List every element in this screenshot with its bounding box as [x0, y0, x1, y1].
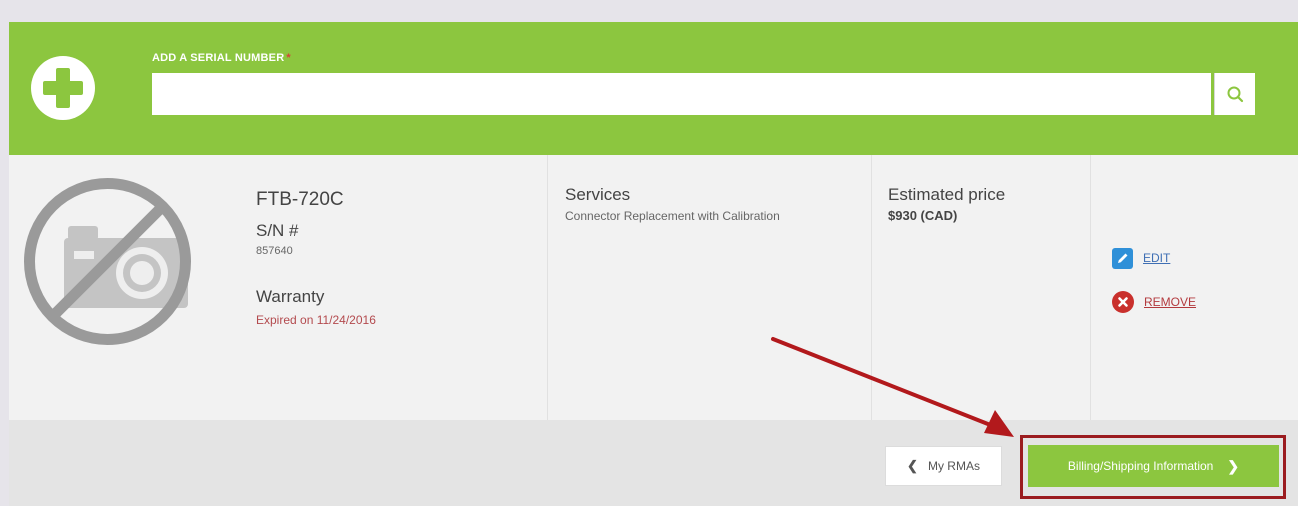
rma-item-row: FTB-720C S/N # 857640 Warranty Expired o… — [9, 155, 1298, 420]
required-marker: * — [286, 52, 291, 64]
pencil-icon — [1112, 247, 1133, 269]
estimated-price-heading: Estimated price — [888, 185, 1006, 204]
column-divider — [547, 155, 548, 420]
services-heading: Services — [565, 185, 631, 204]
no-photo-icon — [24, 178, 191, 345]
search-button[interactable] — [1214, 73, 1255, 115]
rma-panel: ADD A SERIAL NUMBER * FTB-720C S/N # 8576… — [9, 22, 1298, 506]
close-circle-icon — [1112, 291, 1134, 313]
search-icon — [1227, 86, 1244, 103]
footer-bar: ❮ My RMAs Billing/Shipping Information ❯ — [9, 420, 1298, 506]
add-serial-header: ADD A SERIAL NUMBER * — [9, 22, 1298, 155]
billing-shipping-label: Billing/Shipping Information — [1067, 459, 1214, 473]
warranty-status: Expired on 11/24/2016 — [256, 313, 376, 327]
services-value: Connector Replacement with Calibration — [565, 209, 780, 223]
edit-link[interactable]: EDIT — [1112, 247, 1170, 269]
column-divider — [1090, 155, 1091, 420]
my-rmas-label: My RMAs — [927, 459, 980, 473]
warranty-heading: Warranty — [256, 287, 325, 306]
my-rmas-button[interactable]: ❮ My RMAs — [885, 446, 1002, 486]
chevron-left-icon: ❮ — [907, 458, 918, 473]
column-divider — [871, 155, 872, 420]
serial-number-label: ADD A SERIAL NUMBER * — [152, 52, 291, 64]
serial-number-input[interactable] — [152, 73, 1211, 115]
serial-number-value: 857640 — [256, 245, 293, 257]
remove-link-label: REMOVE — [1144, 295, 1197, 309]
chevron-right-icon: ❯ — [1227, 457, 1240, 474]
serial-number-heading: S/N # — [256, 221, 299, 240]
estimated-price-value: $930 (CAD) — [888, 208, 958, 223]
remove-link[interactable]: REMOVE — [1112, 291, 1196, 313]
product-model: FTB-720C — [256, 189, 344, 210]
edit-link-label: EDIT — [1143, 251, 1171, 265]
billing-shipping-button[interactable]: Billing/Shipping Information ❯ — [1028, 445, 1279, 487]
plus-circle-icon[interactable] — [31, 56, 95, 120]
